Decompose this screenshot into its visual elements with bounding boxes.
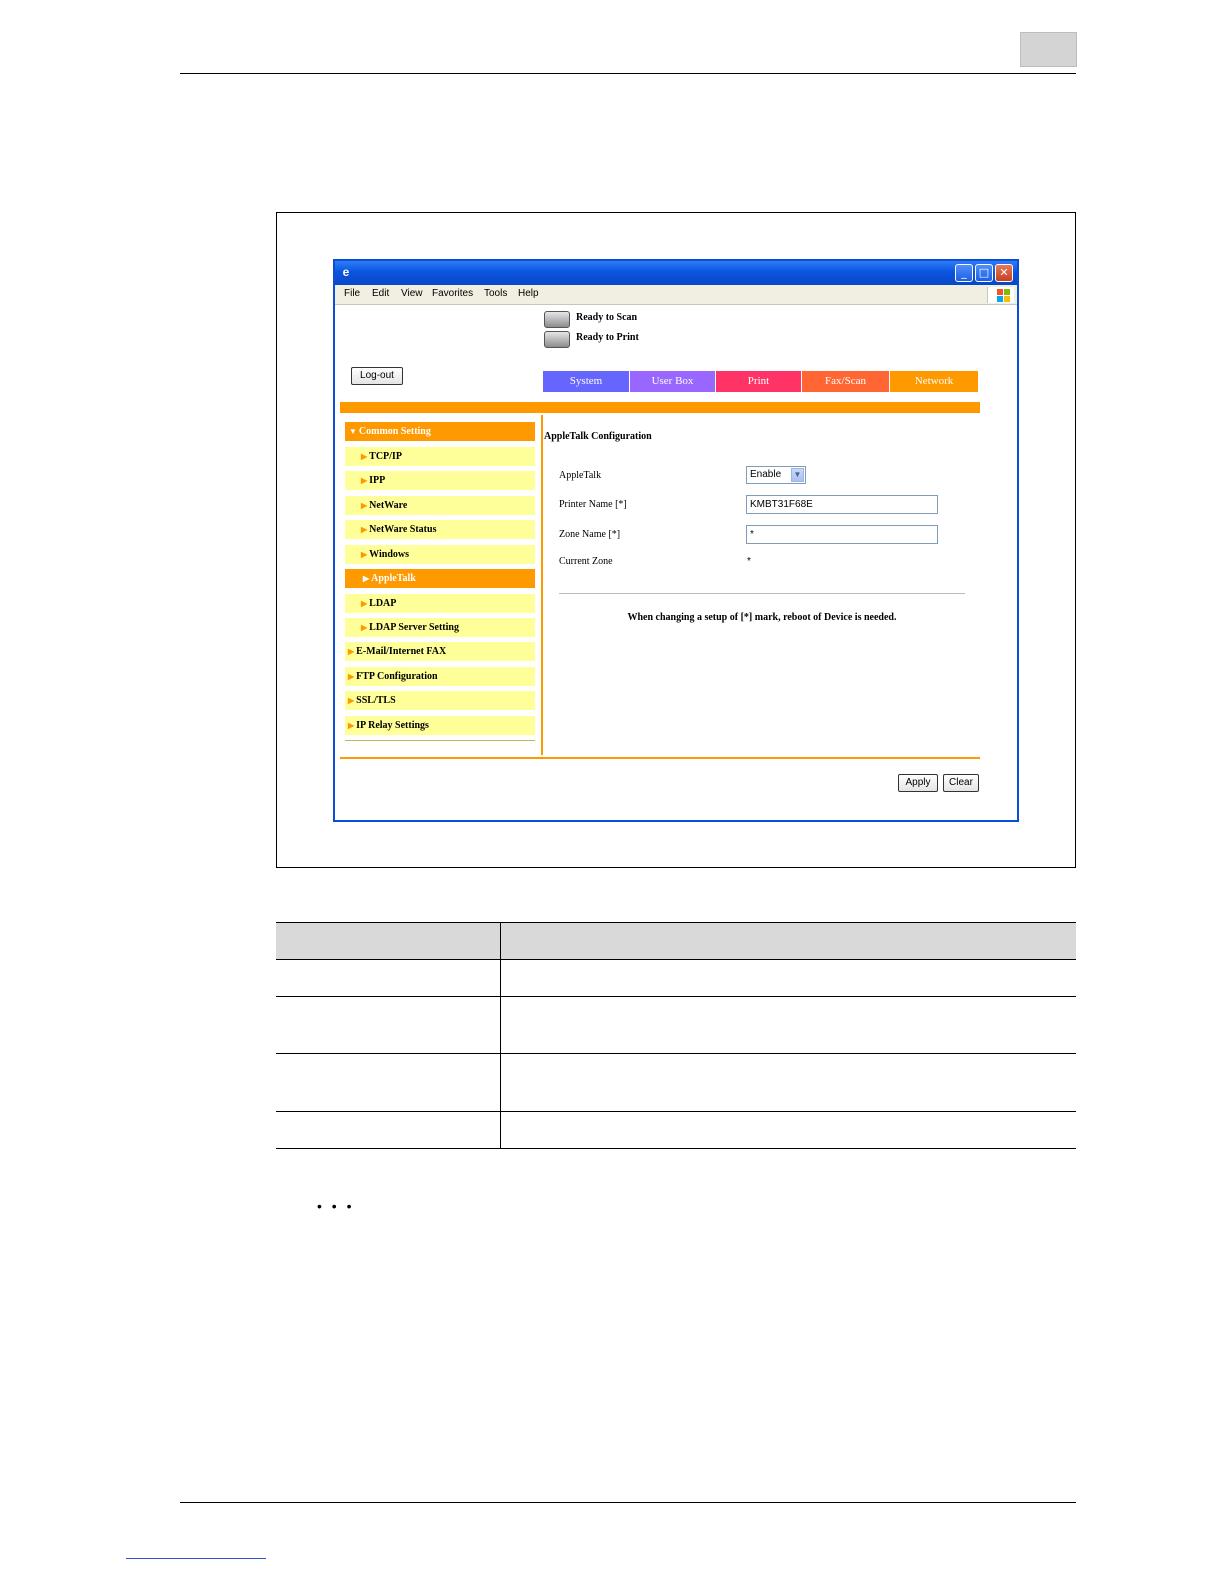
sidebar-section-common-setting[interactable]: ▼ Common Setting (345, 422, 535, 441)
scan-status: Ready to Scan (576, 312, 638, 323)
sidebar-item-ip-relay-settings[interactable]: ▶ IP Relay Settings (345, 716, 535, 735)
table-row (276, 996, 1076, 1054)
appletalk-select[interactable]: Enable ▼ (746, 466, 806, 484)
zone-name-input[interactable]: * (746, 525, 938, 544)
ellipsis-marker: • • • (317, 1198, 355, 1214)
tab-fax-scan[interactable]: Fax/Scan (802, 371, 889, 392)
footer-bar (340, 757, 980, 759)
table-row (276, 1111, 1076, 1149)
sidebar-bottom-rule (345, 740, 535, 741)
triangle-right-icon: ▶ (348, 647, 355, 656)
menu-file[interactable]: File (344, 288, 360, 299)
triangle-right-icon: ▶ (348, 721, 355, 730)
header-rule (180, 73, 1076, 74)
sidebar-item-netware-status[interactable]: ▶ NetWare Status (345, 520, 535, 539)
footer-rule (180, 1502, 1076, 1503)
current-zone-value: * (747, 556, 751, 567)
menu-view[interactable]: View (401, 288, 423, 299)
sidebar-item-ssl-tls[interactable]: ▶ SSL/TLS (345, 691, 535, 710)
tab-print[interactable]: Print (716, 371, 801, 392)
table-row (276, 959, 1076, 997)
sidebar-item-appletalk[interactable]: ▶ AppleTalk (345, 569, 535, 588)
printer-icon (544, 331, 570, 348)
minimize-button[interactable]: _ (955, 264, 973, 282)
description-table (276, 922, 1076, 1149)
close-button[interactable]: ✕ (995, 264, 1013, 282)
appletalk-label: AppleTalk (559, 470, 602, 481)
triangle-right-icon: ▶ (363, 574, 370, 583)
footer-link-underline (126, 1558, 266, 1559)
triangle-right-icon: ▶ (361, 501, 368, 510)
title-bar: e _ □ ✕ (335, 261, 1017, 285)
table-cell (276, 959, 501, 997)
sidebar-item-ldap[interactable]: ▶ LDAP (345, 594, 535, 613)
triangle-right-icon: ▶ (348, 696, 355, 705)
apply-button[interactable]: Apply (898, 774, 938, 792)
triangle-right-icon: ▶ (361, 476, 368, 485)
table-cell (500, 1053, 1076, 1112)
menu-edit[interactable]: Edit (372, 288, 389, 299)
tab-network[interactable]: Network (890, 371, 978, 392)
zone-name-label: Zone Name [*] (559, 529, 621, 540)
menu-bar: File Edit View Favorites Tools Help (335, 285, 1017, 305)
content-divider (559, 593, 965, 594)
menu-help[interactable]: Help (518, 288, 539, 299)
triangle-right-icon: ▶ (361, 623, 368, 632)
ie-icon: e (342, 265, 350, 279)
sidebar-item-netware[interactable]: ▶ NetWare (345, 496, 535, 515)
maximize-button[interactable]: □ (975, 264, 993, 282)
clear-button[interactable]: Clear (943, 774, 979, 792)
browser-window: e _ □ ✕ File Edit View Favorites Tools H… (333, 259, 1019, 822)
tab-underline-bar (340, 402, 980, 413)
table-cell (276, 1111, 501, 1149)
sidebar-divider (541, 415, 543, 755)
printer-name-label: Printer Name [*] (559, 499, 627, 510)
scanner-icon (544, 311, 570, 328)
sidebar-item-ipp[interactable]: ▶ IPP (345, 471, 535, 490)
menu-tools[interactable]: Tools (484, 288, 507, 299)
sidebar-item-tcpip[interactable]: ▶ TCP/IP (345, 447, 535, 466)
page-title: AppleTalk Configuration (544, 431, 652, 442)
table-header-cell (500, 922, 1076, 960)
sidebar-item-ldap-server-setting[interactable]: ▶ LDAP Server Setting (345, 618, 535, 637)
triangle-right-icon: ▶ (348, 672, 355, 681)
tab-user-box[interactable]: User Box (630, 371, 715, 392)
triangle-down-icon: ▼ (349, 427, 357, 436)
reboot-note: When changing a setup of [*] mark, reboo… (627, 612, 897, 623)
tab-system[interactable]: System (543, 371, 629, 392)
table-cell (276, 1053, 501, 1112)
chevron-down-icon[interactable]: ▼ (791, 468, 804, 482)
table-row (276, 1053, 1076, 1112)
table-cell (276, 996, 501, 1054)
table-cell (500, 1111, 1076, 1149)
printer-name-input[interactable]: KMBT31F68E (746, 495, 938, 514)
table-cell (500, 959, 1076, 997)
triangle-right-icon: ▶ (361, 525, 368, 534)
triangle-right-icon: ▶ (361, 550, 368, 559)
triangle-right-icon: ▶ (361, 452, 368, 461)
sidebar-item-windows[interactable]: ▶ Windows (345, 545, 535, 564)
table-header-row (276, 922, 1076, 960)
print-status: Ready to Print (576, 332, 639, 343)
sidebar-item-ftp-configuration[interactable]: ▶ FTP Configuration (345, 667, 535, 686)
table-header-cell (276, 922, 501, 960)
menu-favorites[interactable]: Favorites (432, 288, 473, 299)
triangle-right-icon: ▶ (361, 599, 368, 608)
sidebar-item-email-internet-fax[interactable]: ▶ E-Mail/Internet FAX (345, 642, 535, 661)
windows-logo-icon (987, 287, 1014, 303)
logout-button[interactable]: Log-out (351, 367, 403, 385)
current-zone-label: Current Zone (559, 556, 613, 567)
chapter-tab (1020, 32, 1077, 67)
table-cell (500, 996, 1076, 1054)
